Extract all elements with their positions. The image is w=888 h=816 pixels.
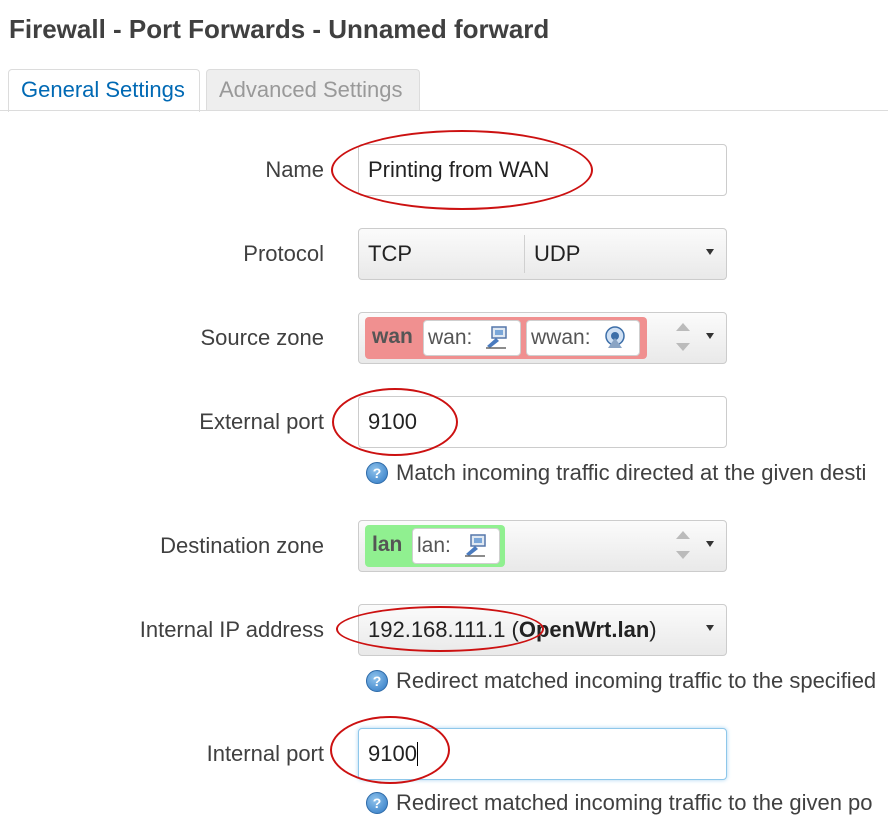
protocol-label: Protocol (243, 241, 324, 266)
chevron-down-icon[interactable] (706, 625, 714, 631)
zone-name-lan: lan (372, 533, 403, 556)
wireless-network-icon (605, 326, 626, 348)
page-title: Firewall - Port Forwards - Unnamed forwa… (9, 14, 550, 44)
annotation-ellipse-internal-ip (336, 606, 544, 652)
device-lan-label: lan: (417, 534, 451, 557)
scroll-up-icon[interactable] (676, 323, 690, 331)
internal-port-label: Internal port (206, 741, 324, 766)
wired-network-icon (486, 326, 507, 349)
chevron-down-icon[interactable] (706, 541, 714, 547)
destination-zone-label: Destination zone (160, 533, 324, 558)
wired-network-icon (464, 534, 486, 557)
scroll-up-icon[interactable] (676, 531, 690, 539)
chevron-down-icon[interactable] (706, 333, 714, 339)
device-wan-label: wan: (428, 326, 473, 349)
device-wwan-label: wwan: (531, 326, 591, 349)
device-wan: wan: (423, 320, 521, 356)
internal-ip-help-text: Redirect matched incoming traffic to the… (396, 668, 877, 693)
device-wwan: wwan: (526, 320, 640, 356)
internal-port-help-text: Redirect matched incoming traffic to the… (396, 790, 873, 815)
tab-general-settings[interactable]: General Settings (8, 69, 200, 112)
external-port-help: ? Match incoming traffic directed at the … (366, 460, 866, 486)
destination-zone-select[interactable]: lan lan: (358, 520, 727, 572)
tabs-divider (0, 110, 888, 111)
protocol-divider (524, 235, 525, 273)
internal-ip-suffix: ) (649, 617, 657, 642)
annotation-ellipse-external-port (332, 388, 458, 456)
tab-advanced-settings[interactable]: Advanced Settings (206, 69, 420, 111)
protocol-select[interactable]: TCP UDP (358, 228, 727, 280)
internal-ip-help: ? Redirect matched incoming traffic to th… (366, 668, 876, 694)
question-icon: ? (366, 462, 388, 484)
annotation-ellipse-internal-port (330, 716, 450, 784)
source-zone-label: Source zone (200, 325, 324, 350)
question-icon: ? (366, 792, 388, 814)
chevron-down-icon[interactable] (706, 249, 714, 255)
question-icon: ? (366, 670, 388, 692)
external-port-label: External port (199, 409, 324, 434)
zone-name-wan: wan (372, 325, 413, 348)
annotation-ellipse-name (331, 130, 593, 210)
protocol-value-udp: UDP (534, 241, 581, 266)
zone-badge-wan: wan wan: wwan: (365, 317, 647, 359)
source-zone-scroll[interactable] (676, 317, 690, 357)
name-label: Name (265, 157, 324, 182)
destination-zone-scroll[interactable] (676, 525, 690, 565)
scroll-down-icon[interactable] (676, 343, 690, 351)
source-zone-select[interactable]: wan wan: wwan: (358, 312, 727, 364)
zone-badge-lan: lan lan: (365, 525, 505, 567)
scroll-down-icon[interactable] (676, 551, 690, 559)
protocol-value-tcp: TCP (368, 241, 412, 266)
internal-ip-label: Internal IP address (139, 617, 324, 642)
device-lan: lan: (412, 528, 500, 564)
internal-port-help: ? Redirect matched incoming traffic to th… (366, 790, 873, 816)
external-port-help-text: Match incoming traffic directed at the g… (396, 460, 867, 485)
